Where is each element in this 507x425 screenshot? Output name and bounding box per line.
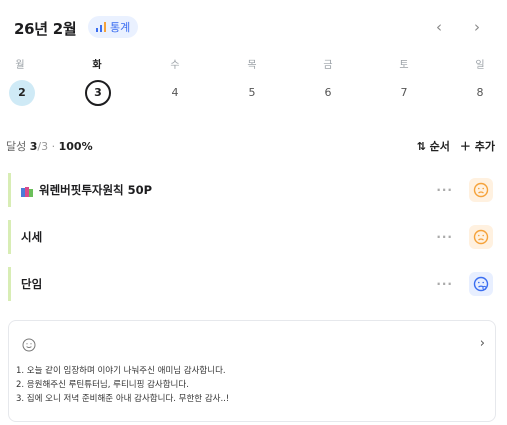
list-actions: ⇅ 순서 ＋ 추가	[417, 138, 495, 154]
day-button[interactable]: 8	[467, 80, 493, 106]
books-icon	[21, 186, 33, 197]
memo-line: 1. 오늘 같이 임장하며 이야기 나눠주신 애미님 감사합니다.	[16, 366, 226, 376]
memo-text: 1. 오늘 같이 임장하며 이야기 나눠주신 애미님 감사합니다. 2. 응원해…	[16, 364, 229, 406]
day-button[interactable]: 7	[391, 80, 417, 106]
sad-icon	[473, 276, 489, 292]
task-label: 시세	[21, 230, 43, 244]
day-button[interactable]: 4	[162, 80, 188, 106]
day-button[interactable]: 2	[9, 80, 35, 106]
weekday-label: 일	[475, 60, 485, 71]
task-item[interactable]: 워렌버핏투자원칙 50P ···	[8, 173, 497, 207]
sort-button[interactable]: ⇅ 순서	[417, 138, 450, 154]
sort-icon: ⇅	[416, 140, 426, 153]
weekday-label: 토	[399, 60, 409, 71]
chevron-right-icon[interactable]: ›	[480, 336, 485, 351]
task-label: 워렌버핏투자원칙 50P	[39, 183, 153, 197]
mood-button[interactable]	[469, 272, 493, 296]
mood-button[interactable]	[469, 225, 493, 249]
prev-week-button[interactable]: ‹	[436, 18, 442, 36]
day-button[interactable]: 5	[239, 80, 265, 106]
task-item[interactable]: 시세 ···	[8, 220, 497, 254]
memo-line: 3. 집에 오니 저녁 준비해준 아내 감사합니다. 무한한 감사..!	[16, 394, 230, 404]
bar-chart-icon	[96, 22, 106, 32]
page-title: 26년 2월	[14, 20, 77, 38]
day-button[interactable]: 6	[315, 80, 341, 106]
achievement-percent: 100%	[58, 140, 93, 153]
stats-button[interactable]: 통계	[88, 16, 139, 38]
task-item[interactable]: 단임 ···	[8, 267, 497, 301]
weekday-label: 월	[15, 60, 25, 71]
weekday-label: 목	[247, 60, 257, 71]
weekday-label: 수	[170, 60, 180, 71]
day-button-today[interactable]: 3	[85, 80, 111, 106]
sort-label: 순서	[429, 140, 450, 153]
achievement-summary: 달성 3/3 · 100%	[6, 140, 93, 153]
mood-button[interactable]	[469, 178, 493, 202]
frown-icon	[473, 182, 489, 198]
add-label: 추가	[474, 140, 495, 153]
next-week-button[interactable]: ›	[474, 18, 480, 36]
task-menu-button[interactable]: ···	[436, 230, 453, 244]
stats-label: 통계	[110, 21, 131, 34]
memo-line: 2. 응원해주신 루틴튜터님, 루티니핑 감사합니다.	[16, 380, 189, 390]
add-button[interactable]: ＋ 추가	[460, 138, 495, 154]
task-menu-button[interactable]: ···	[436, 277, 453, 291]
plus-icon: ＋	[459, 140, 471, 153]
task-label: 단임	[21, 277, 43, 291]
frown-icon	[473, 229, 489, 245]
weekday-label: 화	[92, 60, 102, 71]
weekday-label: 금	[323, 60, 333, 71]
smile-icon	[22, 337, 36, 356]
achievement-label: 달성	[6, 140, 27, 153]
achievement-total: /3	[37, 140, 49, 153]
task-menu-button[interactable]: ···	[436, 183, 453, 197]
